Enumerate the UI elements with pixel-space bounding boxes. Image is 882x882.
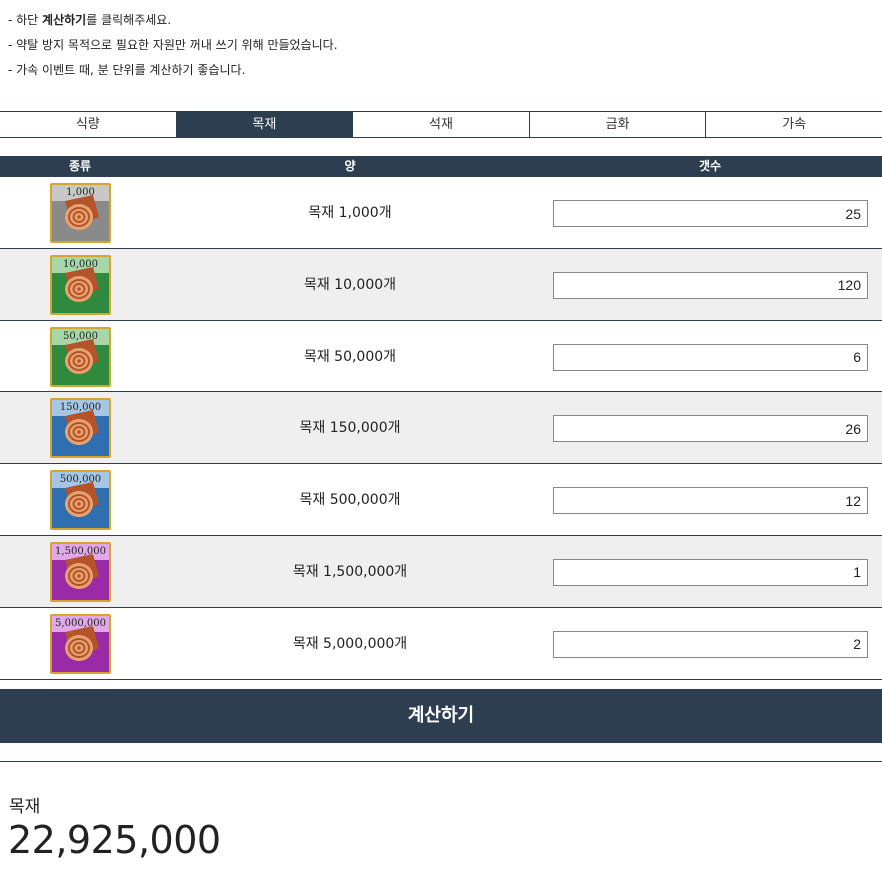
count-input[interactable]	[553, 487, 868, 515]
wood-log-icon	[65, 410, 99, 446]
tab-stone[interactable]: 석재	[352, 112, 529, 137]
wood-item-icon: 50,000	[50, 326, 111, 387]
wood-item-icon: 5,000,000	[50, 613, 111, 674]
wood-item-icon: 1,000	[50, 183, 111, 243]
table-row: 10,000 목재 10,000개	[0, 248, 882, 321]
wood-log-icon	[65, 482, 99, 518]
note-line-1: - 하단 계산하기를 클릭해주세요.	[8, 13, 172, 27]
count-input[interactable]	[553, 200, 868, 227]
count-input[interactable]	[553, 343, 868, 371]
count-input[interactable]	[553, 558, 868, 586]
tab-gold[interactable]: 금화	[528, 112, 706, 137]
table-row: 5,000,000 목재 5,000,000개	[0, 607, 882, 680]
wood-log-icon	[65, 266, 99, 302]
wood-item-icon: 1,500,000	[50, 541, 111, 602]
note-line-3: - 가속 이벤트 때, 분 단위를 계산하기 좋습니다.	[8, 63, 246, 77]
wood-log-icon	[65, 625, 99, 661]
wood-log-icon	[65, 338, 99, 374]
wood-log-icon	[65, 195, 99, 230]
count-input[interactable]	[553, 415, 868, 443]
count-input[interactable]	[553, 630, 868, 658]
table-header: 종류 양 갯수	[0, 156, 882, 177]
table-row: 150,000 목재 150,000개	[0, 392, 882, 465]
tab-food[interactable]: 식량	[0, 112, 176, 137]
table-row: 1,500,000 목재 1,500,000개	[0, 535, 882, 608]
count-input[interactable]	[553, 271, 868, 299]
resource-table: 1,000 목재 1,000개 10,000 목재 10,000개 50,000 목재 5…	[0, 177, 882, 680]
amount-label: 목재 5,000,000개	[292, 635, 408, 652]
note-highlight: 계산하기	[42, 13, 87, 27]
amount-label: 목재 10,000개	[303, 276, 397, 293]
wood-log-icon	[65, 553, 99, 589]
instructions: - 하단 계산하기를 클릭해주세요. - 약탈 방지 목적으로 필요한 자원만 …	[8, 8, 338, 83]
note-line-2: - 약탈 방지 목적으로 필요한 자원만 꺼내 쓰기 위해 만들었습니다.	[8, 38, 338, 52]
table-row: 1,000 목재 1,000개	[0, 177, 882, 249]
header-count: 갯수	[698, 159, 722, 173]
amount-label: 목재 500,000개	[299, 492, 401, 509]
divider	[0, 761, 882, 762]
result-label: 목재	[9, 797, 41, 817]
amount-label: 목재 1,000개	[308, 205, 392, 221]
amount-label: 목재 50,000개	[303, 348, 397, 365]
table-row: 500,000 목재 500,000개	[0, 464, 882, 536]
wood-item-icon: 150,000	[50, 398, 111, 459]
result-total: 22,925,000	[8, 818, 221, 862]
table-row: 50,000 목재 50,000개	[0, 320, 882, 393]
resource-tabs: 식량 목재 석재 금화 가속	[0, 111, 882, 138]
amount-label: 목재 1,500,000개	[292, 563, 408, 580]
wood-item-icon: 10,000	[50, 254, 111, 315]
header-kind: 종류	[68, 159, 92, 173]
tab-wood[interactable]: 목재	[175, 112, 353, 137]
tab-speedup[interactable]: 가속	[705, 112, 882, 137]
calculate-button[interactable]: 계산하기	[0, 689, 882, 743]
header-amount: 양	[344, 159, 356, 173]
wood-item-icon: 500,000	[50, 470, 111, 531]
amount-label: 목재 150,000개	[299, 420, 401, 437]
